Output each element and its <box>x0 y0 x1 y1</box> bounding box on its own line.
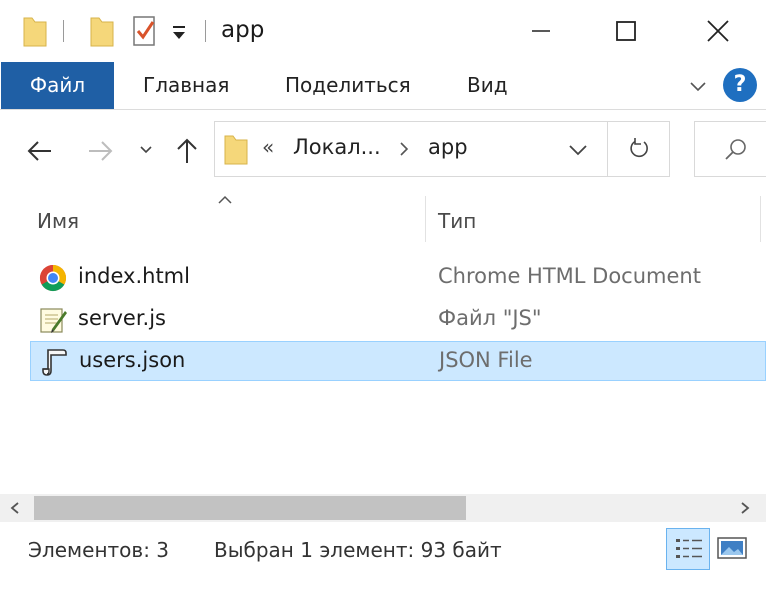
new-folder-icon[interactable] <box>89 14 115 48</box>
scroll-left-icon[interactable] <box>8 501 22 515</box>
file-name: server.js <box>78 306 166 330</box>
tab-home[interactable]: Главная <box>143 62 229 109</box>
horizontal-scrollbar[interactable] <box>0 494 766 522</box>
item-count: Элементов: 3 <box>28 538 170 562</box>
minimize-icon[interactable] <box>524 14 558 48</box>
details-view-button[interactable] <box>666 528 710 570</box>
file-row-users-json[interactable]: users.json JSON File <box>30 341 766 381</box>
column-divider[interactable] <box>425 196 426 242</box>
column-header-type[interactable]: Тип <box>438 209 476 233</box>
chrome-icon <box>39 264 67 292</box>
refresh-icon <box>630 138 648 158</box>
quick-access-separator <box>63 20 64 42</box>
expand-ribbon-icon[interactable] <box>688 76 708 96</box>
overflow-chevron[interactable]: « <box>262 135 274 159</box>
tab-share[interactable]: Поделиться <box>285 62 411 109</box>
arrow-right-icon[interactable] <box>85 136 115 166</box>
folder-icon[interactable] <box>22 14 48 48</box>
customize-toolbar-icon[interactable] <box>172 25 186 41</box>
maximize-icon[interactable] <box>609 14 643 48</box>
address-history-icon[interactable] <box>567 142 589 158</box>
refresh-button[interactable] <box>608 121 670 177</box>
column-headers: Имя Тип <box>0 190 766 248</box>
column-divider[interactable] <box>760 196 761 242</box>
chevron-down-icon[interactable] <box>136 136 156 166</box>
file-type: Chrome HTML Document <box>438 264 701 288</box>
js-script-icon <box>40 308 67 333</box>
close-icon[interactable] <box>701 14 735 48</box>
status-bar: Элементов: 3 Выбран 1 элемент: 93 байт <box>0 522 766 592</box>
selection-info: Выбран 1 элемент: 93 байт <box>214 538 502 562</box>
arrow-left-icon[interactable] <box>25 136 55 166</box>
column-header-name[interactable]: Имя <box>37 209 79 233</box>
ribbon-tabs: Файл Главная Поделиться Вид ? <box>0 62 766 110</box>
json-file-icon <box>42 349 67 376</box>
large-icons-view-icon[interactable] <box>716 534 748 562</box>
search-icon <box>725 139 746 160</box>
file-row-index-html[interactable]: index.html Chrome HTML Document <box>30 258 766 298</box>
file-name: users.json <box>79 348 186 372</box>
search-box[interactable] <box>694 121 766 177</box>
help-button[interactable]: ? <box>723 68 757 102</box>
title-separator <box>205 20 206 42</box>
folder-icon <box>224 135 248 165</box>
sort-ascending-icon <box>218 195 232 204</box>
arrow-up-icon[interactable] <box>172 136 202 166</box>
scrollbar-thumb[interactable] <box>34 496 466 520</box>
file-row-server-js[interactable]: server.js Файл "JS" <box>30 300 766 340</box>
breadcrumb-local[interactable]: Локал... <box>293 135 381 159</box>
file-type: JSON File <box>439 348 533 372</box>
scroll-right-icon[interactable] <box>738 501 752 515</box>
address-bar[interactable]: « Локал... app <box>214 121 608 177</box>
window-title: app <box>221 17 265 43</box>
navigation-bar: « Локал... app <box>0 110 766 190</box>
title-bar: app <box>0 0 766 62</box>
details-view-icon <box>676 539 702 558</box>
tab-file[interactable]: Файл <box>1 62 114 109</box>
file-type: Файл "JS" <box>438 306 542 330</box>
breadcrumb-separator-icon[interactable] <box>398 139 410 159</box>
breadcrumb-app[interactable]: app <box>428 135 468 159</box>
properties-icon[interactable] <box>131 14 159 48</box>
file-name: index.html <box>78 264 190 288</box>
tab-view[interactable]: Вид <box>467 62 508 109</box>
